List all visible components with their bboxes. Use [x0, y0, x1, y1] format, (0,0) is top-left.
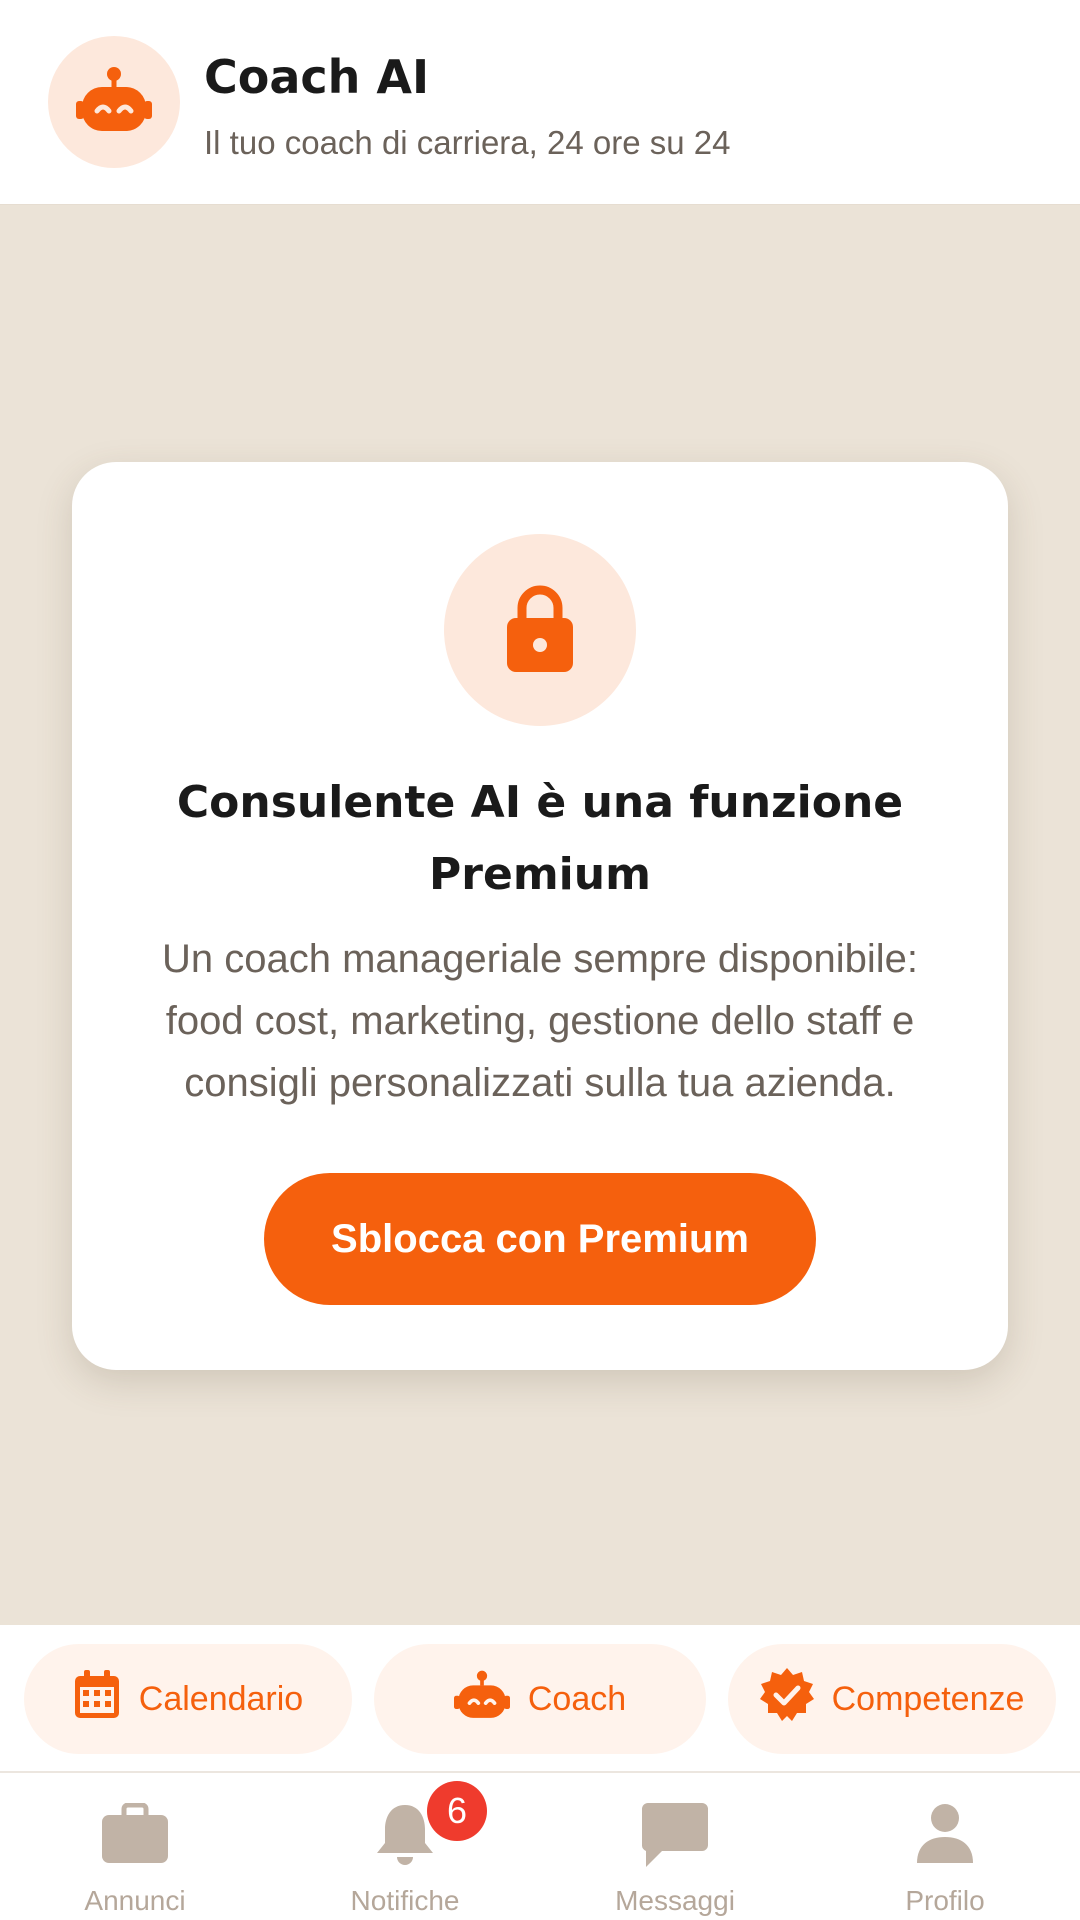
- nav-label-notifiche: Notifiche: [350, 1885, 460, 1916]
- chat-bubble-icon: [641, 1803, 708, 1873]
- calendar-icon: [73, 1669, 121, 1729]
- person-icon: [917, 1803, 973, 1873]
- bell-icon: [375, 1803, 435, 1873]
- premium-description: Un coach manageriale sempre disponibile:…: [162, 937, 918, 1105]
- page-subtitle: Il tuo coach di carriera, 24 ore su 24: [204, 124, 731, 161]
- notification-count-badge: 6: [427, 1781, 487, 1841]
- nav-label-profilo: Profilo: [905, 1885, 985, 1916]
- verified-badge-icon: [759, 1667, 814, 1731]
- nav-label-messaggi: Messaggi: [615, 1885, 735, 1916]
- page-title: Coach AI: [204, 50, 430, 104]
- calendar-chip-label: Calendario: [138, 1679, 304, 1718]
- quick-actions-bar: Calendario Coach Competenze: [0, 1625, 1080, 1773]
- briefcase-icon: [102, 1802, 168, 1873]
- skills-chip-label: Competenze: [831, 1679, 1025, 1718]
- nav-item-messaggi[interactable]: Messaggi: [540, 1773, 810, 1920]
- lock-icon: [507, 584, 573, 676]
- unlock-premium-button[interactable]: Sblocca con Premium: [264, 1173, 816, 1305]
- nav-item-profilo[interactable]: Profilo: [810, 1773, 1080, 1920]
- nav-label-annunci: Annunci: [84, 1885, 186, 1916]
- skills-chip[interactable]: Competenze: [728, 1644, 1056, 1754]
- coach-chip-label: Coach: [527, 1679, 627, 1718]
- main-content: Consulente AI è una funzione Premium Un …: [0, 205, 1080, 1625]
- robot-icon: [76, 67, 152, 137]
- nav-item-annunci[interactable]: Annunci: [0, 1773, 270, 1920]
- nav-item-notifiche[interactable]: 6 Notifiche: [270, 1773, 540, 1920]
- bottom-navigation: Annunci 6 Notifiche Messaggi Profilo: [0, 1773, 1080, 1920]
- coach-avatar: [48, 36, 180, 168]
- premium-lock-card: Consulente AI è una funzione Premium Un …: [72, 462, 1008, 1370]
- premium-title: Consulente AI è una funzione Premium: [176, 777, 904, 900]
- app-root: Coach AI Il tuo coach di carriera, 24 or…: [0, 0, 1080, 1920]
- coach-chip[interactable]: Coach: [374, 1644, 706, 1754]
- calendar-chip[interactable]: Calendario: [24, 1644, 352, 1754]
- header: Coach AI Il tuo coach di carriera, 24 or…: [0, 0, 1080, 205]
- lock-badge: [444, 534, 636, 726]
- robot-icon: [453, 1670, 510, 1729]
